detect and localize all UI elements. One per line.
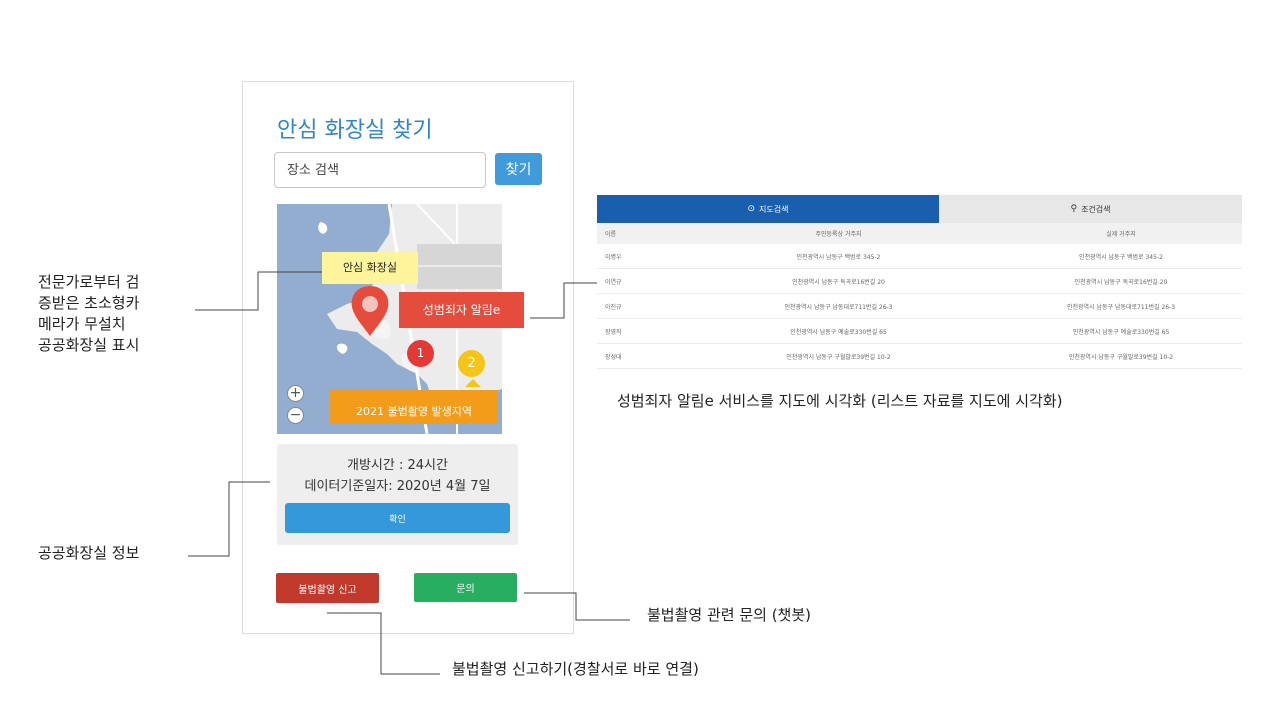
table-header: 이름 주민등록상 거주지 실제 거주지 (597, 223, 1242, 244)
open-hours: 개방시간 : 24시간 (347, 458, 448, 473)
safe-toilet-label[interactable]: 안심 화장실 (322, 252, 418, 284)
map-marker-2[interactable]: 2 (458, 350, 485, 377)
cell-actual-address: 인천광역시 남동구 백범로 345-2 (1079, 253, 1163, 261)
annotation-report: 불법촬영 신고하기(경찰서로 바로 연결) (452, 660, 699, 678)
cell-actual-address: 인천광역시 남동구 예술로330번길 65 (1072, 328, 1170, 336)
report-illegal-filming-button[interactable]: 불법촬영 신고 (276, 573, 379, 603)
location-pin-icon: ⊙ (747, 204, 756, 214)
annotation-camera-free-toilet: 전문가로부터 검 증받은 초소형카 메라가 무설치 공공화장실 표시 (38, 272, 139, 356)
search-button[interactable]: 찾기 (495, 153, 542, 185)
cell-registered-address: 인천광역시 남동구 예술로330번길 65 (790, 328, 887, 336)
tab-condition-search[interactable]: ⚲ 조건검색 (939, 195, 1242, 223)
cell-name: 장영직 (605, 328, 622, 336)
cell-registered-address: 인천광역시 남동구 독곡로16번길 20 (792, 278, 885, 286)
offender-alert-label[interactable]: 성범죄자 알림e (399, 292, 524, 328)
table-row[interactable]: 장성대 인천광역시 남동구 구월말로39번길 10-2 인천광역시 남동구 구월… (597, 344, 1242, 369)
confirm-button[interactable]: 확인 (285, 503, 510, 533)
cell-name: 이진규 (605, 303, 622, 311)
zoom-in-icon[interactable]: + (287, 385, 304, 402)
tab-map-search[interactable]: ⊙ 지도검색 (597, 195, 939, 223)
table-row[interactable]: 장영직 인천광역시 남동구 예술로330번길 65 인천광역시 남동구 예술로3… (597, 319, 1242, 344)
cell-actual-address: 인천광역시 남동구 구월말로39번길 10-2 (1068, 353, 1174, 361)
annotation-toilet-info: 공공화장실 정보 (38, 544, 140, 562)
illegal-filming-area-label[interactable]: 2021 불법촬영 발생지역 (330, 390, 498, 424)
search-icon: ⚲ (1070, 204, 1078, 214)
app-title: 안심 화장실 찾기 (277, 118, 433, 143)
search-input[interactable] (274, 152, 486, 188)
tab-condition-search-label: 조건검색 (1081, 204, 1111, 214)
offender-list-table: ⊙ 지도검색 ⚲ 조건검색 이름 주민등록상 거주지 실제 거주지 이병우 인천… (597, 195, 1242, 369)
tab-map-search-label: 지도검색 (759, 204, 789, 214)
cell-name: 이병우 (605, 253, 622, 261)
data-reference-date: 데이터기준일자: 2020년 4월 7일 (304, 479, 491, 494)
header-registered-address: 주민등록상 거주지 (815, 231, 862, 238)
cell-registered-address: 인천광역시 남동구 남동대로711번길 26-3 (784, 303, 893, 311)
table-row[interactable]: 이진규 인천광역시 남동구 남동대로711번길 26-3 인천광역시 남동구 남… (597, 294, 1242, 319)
inquiry-button[interactable]: 문의 (414, 573, 517, 602)
annotation-inquiry: 불법촬영 관련 문의 (챗봇) (647, 606, 812, 624)
search-tabs: ⊙ 지도검색 ⚲ 조건검색 (597, 195, 1242, 223)
cell-registered-address: 인천광역시 남동구 백범로 345-2 (796, 253, 881, 261)
annotation-offender-service: 성범죄자 알림e 서비스를 지도에 시각화 (리스트 자료를 지도에 시각화) (617, 392, 1063, 410)
zoom-out-icon[interactable]: − (287, 407, 304, 424)
table-row[interactable]: 이연규 인천광역시 남동구 독곡로16번길 20 인천광역시 남동구 독곡로16… (597, 269, 1242, 294)
header-actual-address: 실제 거주지 (1106, 231, 1136, 238)
header-name: 이름 (605, 231, 617, 238)
cell-name: 장성대 (605, 353, 622, 361)
annotation-line: 증받은 초소형카 (38, 294, 140, 312)
annotation-line: 공공화장실 표시 (38, 336, 140, 354)
cell-actual-address: 인천광역시 남동구 남동대로711번길 26-3 (1066, 303, 1176, 311)
cell-registered-address: 인천광역시 남동구 구월말로39번길 10-2 (786, 353, 891, 361)
table-row[interactable]: 이병우 인천광역시 남동구 백범로 345-2 인천광역시 남동구 백범로 34… (597, 244, 1242, 269)
annotation-line: 메라가 무설치 (38, 315, 126, 333)
annotation-line: 전문가로부터 검 (38, 273, 140, 291)
map-marker-1[interactable]: 1 (407, 340, 434, 367)
cell-actual-address: 인천광역시 남동구 독곡로16번길 20 (1074, 278, 1168, 286)
cell-name: 이연규 (605, 278, 622, 286)
